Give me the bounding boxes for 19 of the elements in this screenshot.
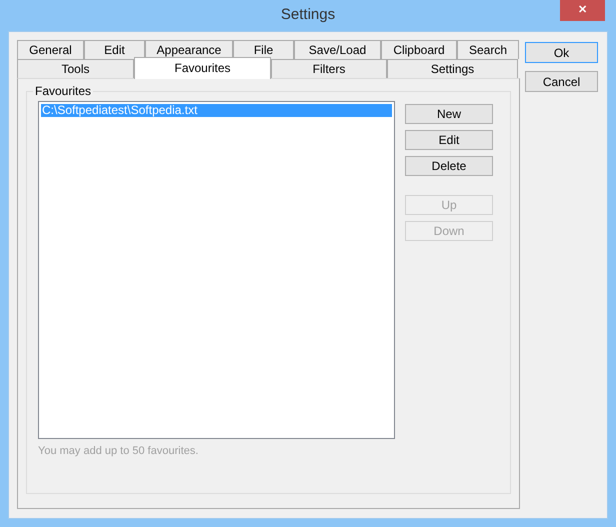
tab[interactable]: Edit xyxy=(84,40,145,59)
tab[interactable]: General xyxy=(17,40,84,59)
tab[interactable]: Favourites xyxy=(134,57,271,79)
tab[interactable]: Settings xyxy=(387,59,518,78)
tab[interactable]: Save/Load xyxy=(294,40,381,59)
tab[interactable]: Filters xyxy=(271,59,387,78)
group-title: Favourites xyxy=(33,84,94,98)
close-button[interactable]: ✕ xyxy=(560,0,605,21)
action-button[interactable]: Delete xyxy=(405,156,493,176)
action-button[interactable]: New xyxy=(405,104,493,124)
hint-text: You may add up to 50 favourites. xyxy=(38,444,200,459)
tab[interactable]: File xyxy=(233,40,294,59)
window-title: Settings xyxy=(280,5,336,26)
dialog-button[interactable]: Ok xyxy=(525,42,598,63)
tab[interactable]: Search xyxy=(457,40,519,59)
tab[interactable]: Clipboard xyxy=(381,40,457,59)
tab[interactable]: Tools xyxy=(17,59,134,78)
dialog-button[interactable]: Cancel xyxy=(525,71,598,92)
action-button[interactable]: Edit xyxy=(405,130,493,150)
